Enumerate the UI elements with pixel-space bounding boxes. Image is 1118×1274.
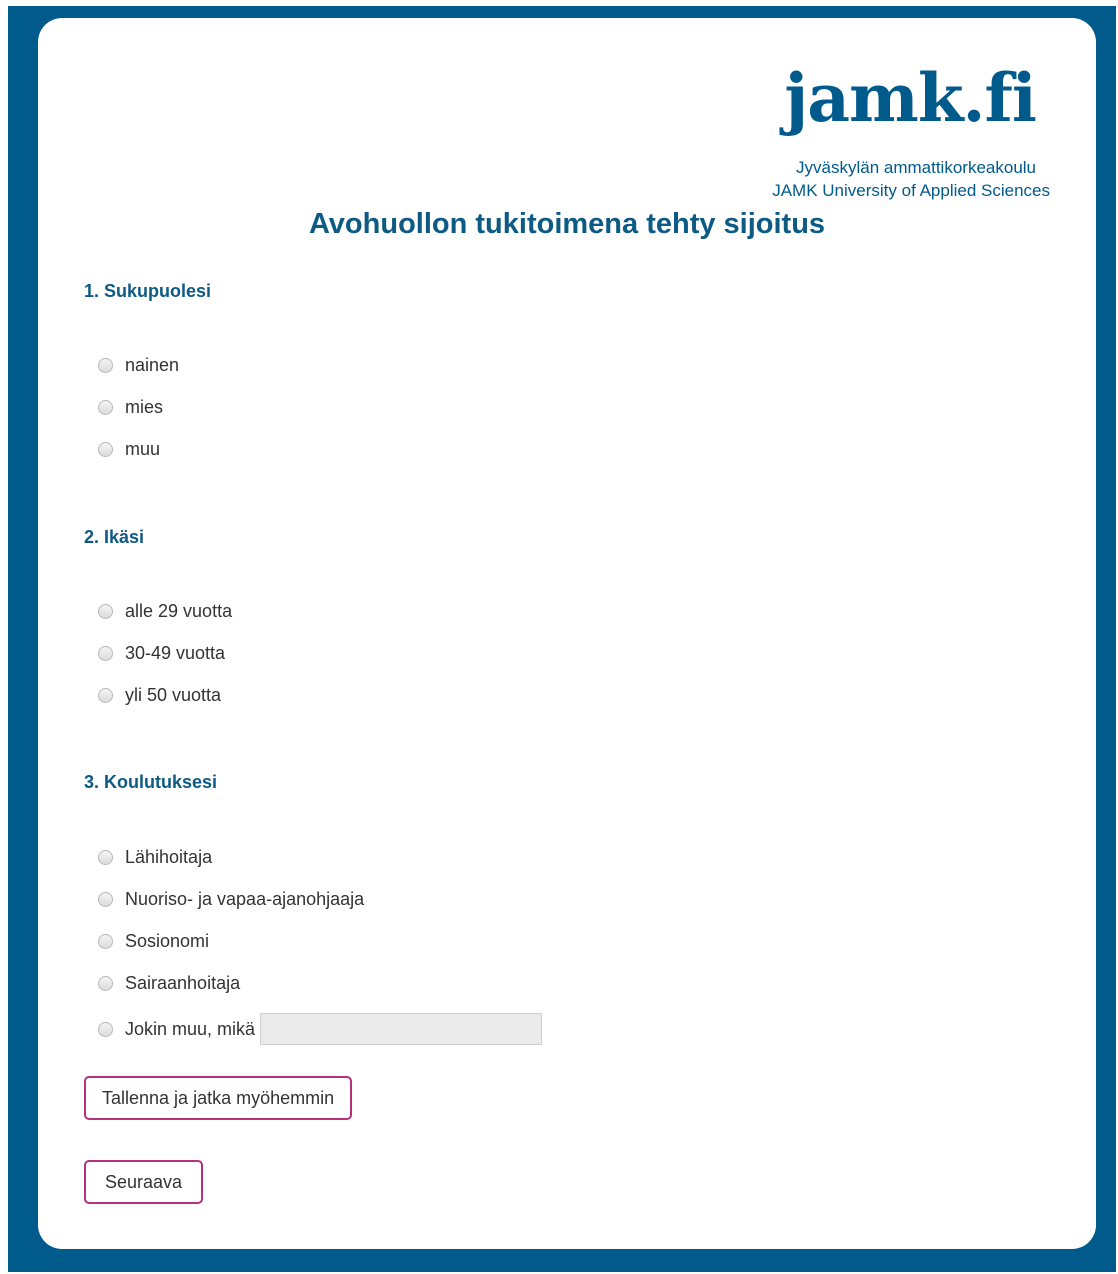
- option-lahihoitaja[interactable]: Lähihoitaja: [84, 836, 984, 878]
- logo-line-english: JAMK University of Applied Sciences: [772, 181, 1050, 200]
- radio-button[interactable]: [98, 933, 113, 949]
- radio-button[interactable]: [98, 399, 113, 415]
- radio-button[interactable]: [98, 687, 113, 703]
- option-other[interactable]: Jokin muu, mikä: [84, 1004, 984, 1054]
- options-list: alle 29 vuotta 30-49 vuotta yli 50 vuott…: [84, 590, 984, 716]
- option-mies[interactable]: mies: [84, 386, 984, 428]
- options-list: Lähihoitaja Nuoriso- ja vapaa-ajanohjaaj…: [84, 836, 984, 1054]
- option-label: 30-49 vuotta: [125, 642, 226, 663]
- option-label: muu: [125, 438, 161, 459]
- radio-button[interactable]: [98, 645, 113, 661]
- option-label: Nuoriso- ja vapaa-ajanohjaaja: [125, 888, 365, 909]
- next-button[interactable]: Seuraava: [84, 1160, 204, 1204]
- question-title: 3. Koulutuksesi: [84, 772, 218, 792]
- question-gender: 1. Sukupuolesi nainen mies muu: [84, 280, 984, 470]
- option-label: Jokin muu, mikä: [125, 1018, 256, 1039]
- question-age: 2. Ikäsi alle 29 vuotta 30-49 vuotta yli…: [84, 526, 984, 716]
- option-label: alle 29 vuotta: [125, 600, 233, 621]
- question-education: 3. Koulutuksesi Lähihoitaja Nuoriso- ja …: [84, 771, 984, 1054]
- option-muu[interactable]: muu: [84, 428, 984, 470]
- radio-button[interactable]: [98, 441, 113, 457]
- radio-button[interactable]: [98, 357, 113, 373]
- logo-mark: jamk.fi: [784, 59, 1037, 137]
- option-30-49[interactable]: 30-49 vuotta: [84, 632, 984, 674]
- question-title: 1. Sukupuolesi: [84, 281, 212, 301]
- option-nuoriso-ohjaaja[interactable]: Nuoriso- ja vapaa-ajanohjaaja: [84, 878, 984, 920]
- option-label: mies: [125, 396, 164, 417]
- option-label: Sosionomi: [125, 930, 210, 951]
- jamk-logo: jamk.fi Jyväskylän ammattikorkeakoulu JA…: [772, 58, 1050, 202]
- page-title: Avohuollon tukitoimena tehty sijoitus: [308, 208, 826, 240]
- option-label: Lähihoitaja: [125, 846, 213, 867]
- option-sosionomi[interactable]: Sosionomi: [84, 920, 984, 962]
- question-title: 2. Ikäsi: [84, 527, 145, 547]
- radio-button[interactable]: [98, 975, 113, 991]
- save-and-continue-later-button[interactable]: Tallenna ja jatka myöhemmin: [84, 1076, 353, 1120]
- other-education-input[interactable]: [260, 1013, 543, 1045]
- option-label: nainen: [125, 354, 180, 375]
- radio-button[interactable]: [98, 849, 113, 865]
- option-under-29[interactable]: alle 29 vuotta: [84, 590, 984, 632]
- logo-line-finnish: Jyväskylän ammattikorkeakoulu: [796, 158, 1036, 177]
- options-list: nainen mies muu: [84, 344, 984, 470]
- radio-button[interactable]: [98, 603, 113, 619]
- radio-button[interactable]: [98, 1021, 113, 1037]
- radio-button[interactable]: [98, 891, 113, 907]
- survey-card: jamk.fi Jyväskylän ammattikorkeakoulu JA…: [38, 18, 1096, 1249]
- option-label: yli 50 vuotta: [125, 684, 222, 705]
- option-over-50[interactable]: yli 50 vuotta: [84, 674, 984, 716]
- option-nainen[interactable]: nainen: [84, 344, 984, 386]
- option-label: Sairaanhoitaja: [125, 972, 241, 993]
- option-sairaanhoitaja[interactable]: Sairaanhoitaja: [84, 962, 984, 1004]
